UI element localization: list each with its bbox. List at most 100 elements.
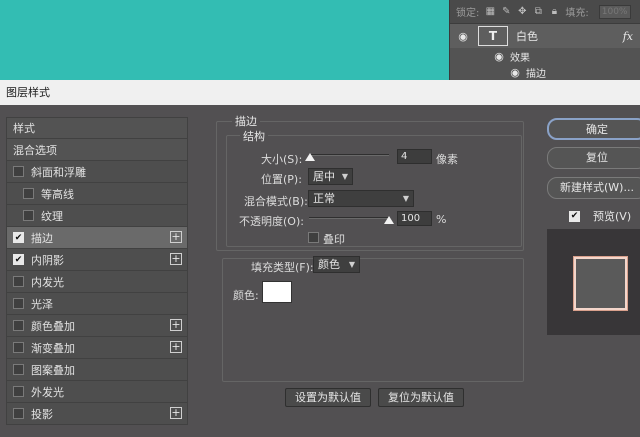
color-label: 颜色: bbox=[233, 289, 259, 302]
fill-field[interactable]: 100% bbox=[598, 4, 631, 19]
overprint-label: 叠印 bbox=[323, 233, 345, 246]
preview-toggle[interactable]: ✔ 预览(V) bbox=[569, 208, 631, 224]
canvas-area bbox=[0, 0, 449, 80]
add-effect-plus-icon[interactable]: + bbox=[170, 341, 182, 353]
lock-move-icon[interactable]: ✥ bbox=[517, 6, 527, 17]
fill-type-value: 颜色 bbox=[318, 258, 340, 271]
chevron-down-icon: ▼ bbox=[341, 172, 348, 181]
style-item[interactable]: 纹理 bbox=[6, 205, 188, 227]
style-checkbox[interactable] bbox=[13, 386, 24, 397]
style-item[interactable]: 样式 bbox=[6, 117, 188, 139]
add-effect-plus-icon[interactable]: + bbox=[170, 319, 182, 331]
blend-mode-label: 混合模式(B): bbox=[244, 195, 308, 208]
layer-effects-row[interactable]: ◉ 效果 bbox=[450, 48, 640, 64]
style-checkbox[interactable]: ✔ bbox=[13, 254, 24, 265]
stroke-section-title: 描边 bbox=[232, 113, 260, 129]
chevron-down-icon: ▼ bbox=[348, 260, 355, 269]
dialog-title: 图层样式 bbox=[0, 80, 640, 105]
style-item[interactable]: 等高线 bbox=[6, 183, 188, 205]
preview-thumbnail bbox=[573, 256, 628, 311]
style-item[interactable]: 渐变叠加 + bbox=[6, 337, 188, 359]
color-swatch[interactable] bbox=[262, 281, 292, 303]
ok-button[interactable]: 确定 bbox=[547, 118, 640, 140]
style-item-label: 等高线 bbox=[41, 187, 74, 201]
fill-type-group bbox=[222, 258, 524, 382]
reset-default-button[interactable]: 复位为默认值 bbox=[378, 388, 464, 407]
layers-panel: 锁定: ▦ ✎ ✥ ⧉ 🔒︎ 填充: 100% ◉ T 白色 fx ◉ 效果 ◉… bbox=[449, 0, 640, 80]
layer-stroke-effect-row[interactable]: ◉ 描边 bbox=[450, 64, 640, 80]
stroke-eye-icon[interactable]: ◉ bbox=[508, 66, 522, 79]
style-item-label: 混合选项 bbox=[13, 143, 57, 157]
style-item-label: 斜面和浮雕 bbox=[31, 165, 86, 179]
style-checkbox[interactable] bbox=[13, 320, 24, 331]
position-dropdown[interactable]: 居中 ▼ bbox=[308, 168, 353, 185]
reset-button[interactable]: 复位 bbox=[547, 147, 640, 169]
size-unit: 像素 bbox=[436, 153, 458, 166]
new-style-button[interactable]: 新建样式(W)... bbox=[547, 177, 640, 199]
blend-mode-value: 正常 bbox=[313, 192, 335, 205]
style-checkbox[interactable] bbox=[13, 298, 24, 309]
preview-label: 预览(V) bbox=[593, 210, 632, 223]
add-effect-plus-icon[interactable]: + bbox=[170, 407, 182, 419]
text-layer-thumbnail-icon: T bbox=[478, 26, 508, 46]
style-item[interactable]: 图案叠加 bbox=[6, 359, 188, 381]
style-item[interactable]: 斜面和浮雕 bbox=[6, 161, 188, 183]
lock-transparency-icon[interactable]: ▦ bbox=[485, 6, 495, 17]
set-default-button[interactable]: 设置为默认值 bbox=[285, 388, 371, 407]
opacity-slider-thumb[interactable] bbox=[384, 216, 394, 224]
style-checkbox[interactable] bbox=[23, 210, 34, 221]
position-label: 位置(P): bbox=[261, 173, 302, 186]
style-checkbox[interactable] bbox=[13, 342, 24, 353]
style-item-label: 内发光 bbox=[31, 275, 64, 289]
style-item[interactable]: 混合选项 bbox=[6, 139, 188, 161]
style-item[interactable]: ✔ 描边 + bbox=[6, 227, 188, 249]
add-effect-plus-icon[interactable]: + bbox=[170, 231, 182, 243]
style-checkbox[interactable] bbox=[23, 188, 34, 199]
style-checkbox[interactable] bbox=[13, 276, 24, 287]
style-checkbox[interactable] bbox=[13, 166, 24, 177]
layers-lock-bar: 锁定: ▦ ✎ ✥ ⧉ 🔒︎ 填充: 100% bbox=[450, 0, 640, 24]
size-label: 大小(S): bbox=[261, 153, 303, 166]
effects-eye-icon[interactable]: ◉ bbox=[492, 50, 506, 63]
style-item-label: 图案叠加 bbox=[31, 363, 75, 377]
style-item[interactable]: 光泽 bbox=[6, 293, 188, 315]
opacity-unit: % bbox=[436, 213, 447, 226]
style-item-label: 纹理 bbox=[41, 209, 63, 223]
style-item-label: 光泽 bbox=[31, 297, 53, 311]
fill-label: 填充: bbox=[565, 8, 589, 19]
visibility-eye-icon[interactable]: ◉ bbox=[456, 30, 470, 43]
opacity-input[interactable]: 100 bbox=[397, 211, 432, 226]
stroke-effect-label: 描边 bbox=[526, 68, 546, 80]
overprint-checkbox[interactable] bbox=[308, 232, 319, 243]
style-checkbox[interactable] bbox=[13, 364, 24, 375]
fx-icon[interactable]: fx bbox=[623, 30, 633, 43]
size-slider-thumb[interactable] bbox=[305, 153, 315, 161]
lock-paint-icon[interactable]: ✎ bbox=[501, 6, 511, 17]
layer-row-text[interactable]: ◉ T 白色 fx bbox=[450, 24, 640, 48]
lock-artboard-icon[interactable]: ⧉ bbox=[533, 6, 543, 17]
lock-all-icon[interactable]: 🔒︎ bbox=[549, 6, 559, 17]
style-item[interactable]: 外发光 bbox=[6, 381, 188, 403]
style-item[interactable]: 内发光 bbox=[6, 271, 188, 293]
size-input[interactable]: 4 bbox=[397, 149, 432, 164]
style-checkbox[interactable]: ✔ bbox=[13, 232, 24, 243]
structure-title: 结构 bbox=[240, 128, 268, 144]
size-slider-track[interactable] bbox=[309, 154, 389, 156]
position-value: 居中 bbox=[313, 170, 335, 183]
preview-checkbox[interactable]: ✔ bbox=[569, 210, 580, 222]
style-item-label: 外发光 bbox=[31, 385, 64, 399]
style-item[interactable]: ✔ 内阴影 + bbox=[6, 249, 188, 271]
fill-type-dropdown[interactable]: 颜色 ▼ bbox=[313, 256, 360, 273]
effects-label: 效果 bbox=[510, 52, 530, 64]
style-item[interactable]: 投影 + bbox=[6, 403, 188, 425]
fill-type-label: 填充类型(F): bbox=[248, 259, 317, 275]
add-effect-plus-icon[interactable]: + bbox=[170, 253, 182, 265]
style-checkbox[interactable] bbox=[13, 408, 24, 419]
blend-mode-dropdown[interactable]: 正常 ▼ bbox=[308, 190, 414, 207]
style-item[interactable]: 颜色叠加 + bbox=[6, 315, 188, 337]
style-item-label: 描边 bbox=[31, 231, 53, 245]
opacity-slider-track[interactable] bbox=[309, 217, 389, 219]
style-item-label: 渐变叠加 bbox=[31, 341, 75, 355]
styles-list: 样式 混合选项 斜面和浮雕 等高线 纹理 ✔ 描边 + ✔ 内阴影 + 内发光 光泽 颜色叠加 + 渐变叠加 +… bbox=[6, 117, 188, 425]
style-item-label: 样式 bbox=[13, 122, 35, 135]
